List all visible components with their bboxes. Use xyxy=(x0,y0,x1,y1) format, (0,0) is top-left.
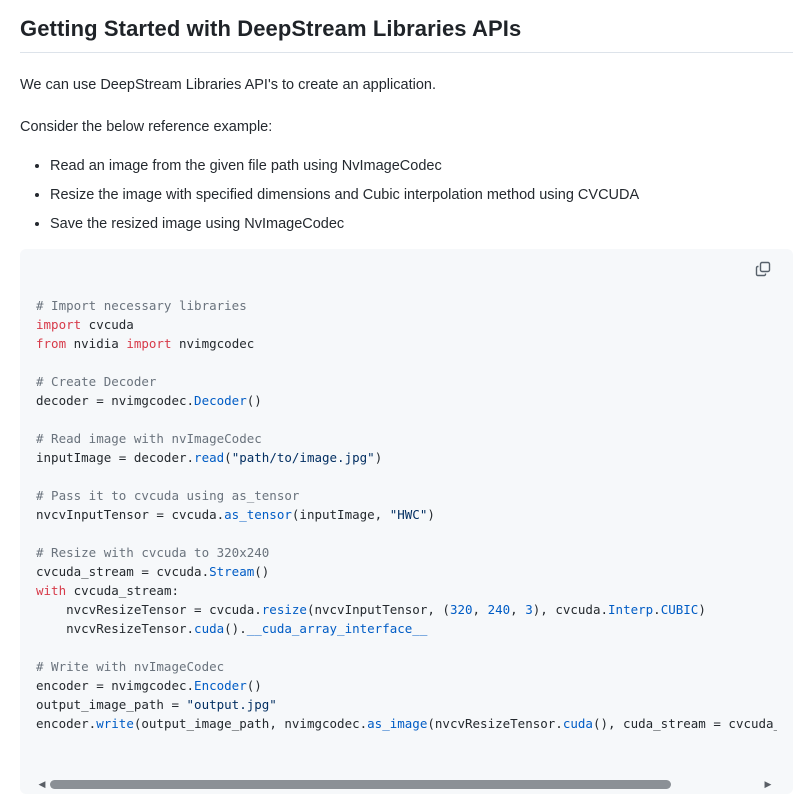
code-line: # Read image with nvImageCodec xyxy=(36,429,777,448)
code-line xyxy=(36,638,777,657)
code-line: encoder.write(output_image_path, nvimgco… xyxy=(36,714,777,733)
scrollbar-thumb[interactable] xyxy=(50,780,671,789)
code-line: nvcvResizeTensor = cvcuda.resize(nvcvInp… xyxy=(36,600,777,619)
code-line: output_image_path = "output.jpg" xyxy=(36,695,777,714)
code-line: nvcvResizeTensor.cuda().__cuda_array_int… xyxy=(36,619,777,638)
copy-button[interactable] xyxy=(753,257,777,281)
horizontal-scrollbar[interactable]: ◀ ▶ xyxy=(36,777,774,792)
code-line: decoder = nvimgcodec.Decoder() xyxy=(36,391,777,410)
code-line: import cvcuda xyxy=(36,315,777,334)
code-line: with cvcuda_stream: xyxy=(36,581,777,600)
doc-page: Getting Started with DeepStream Librarie… xyxy=(0,0,800,794)
code-line: # Import necessary libraries xyxy=(36,296,777,315)
scrollbar-track[interactable] xyxy=(48,777,762,792)
code-line: # Resize with cvcuda to 320x240 xyxy=(36,543,777,562)
code-line: nvcvInputTensor = cvcuda.as_tensor(input… xyxy=(36,505,777,524)
code-line: # Create Decoder xyxy=(36,372,777,391)
list-item: Read an image from the given file path u… xyxy=(50,158,793,174)
scroll-right-arrow-icon[interactable]: ▶ xyxy=(762,777,774,792)
code-line xyxy=(36,353,777,372)
page-title: Getting Started with DeepStream Librarie… xyxy=(20,14,793,53)
subintro-paragraph: Consider the below reference example: xyxy=(20,117,793,137)
code-block: # Import necessary librariesimport cvcud… xyxy=(20,249,793,794)
list-item: Save the resized image using NvImageCode… xyxy=(50,216,793,232)
code-line: from nvidia import nvimgcodec xyxy=(36,334,777,353)
scroll-left-arrow-icon[interactable]: ◀ xyxy=(36,777,48,792)
code-line: # Write with nvImageCodec xyxy=(36,657,777,676)
intro-paragraph: We can use DeepStream Libraries API's to… xyxy=(20,75,793,95)
code-line xyxy=(36,467,777,486)
code-line: inputImage = decoder.read("path/to/image… xyxy=(36,448,777,467)
code-line: # Pass it to cvcuda using as_tensor xyxy=(36,486,777,505)
code-line: encoder = nvimgcodec.Encoder() xyxy=(36,676,777,695)
code-scroll-area[interactable]: # Import necessary librariesimport cvcud… xyxy=(36,260,777,769)
code-line xyxy=(36,524,777,543)
code-content: # Import necessary librariesimport cvcud… xyxy=(36,296,777,733)
code-line xyxy=(36,410,777,429)
code-line: cvcuda_stream = cvcuda.Stream() xyxy=(36,562,777,581)
bullet-list: Read an image from the given file path u… xyxy=(20,158,793,232)
copy-icon xyxy=(755,261,775,277)
list-item: Resize the image with specified dimensio… xyxy=(50,187,793,203)
